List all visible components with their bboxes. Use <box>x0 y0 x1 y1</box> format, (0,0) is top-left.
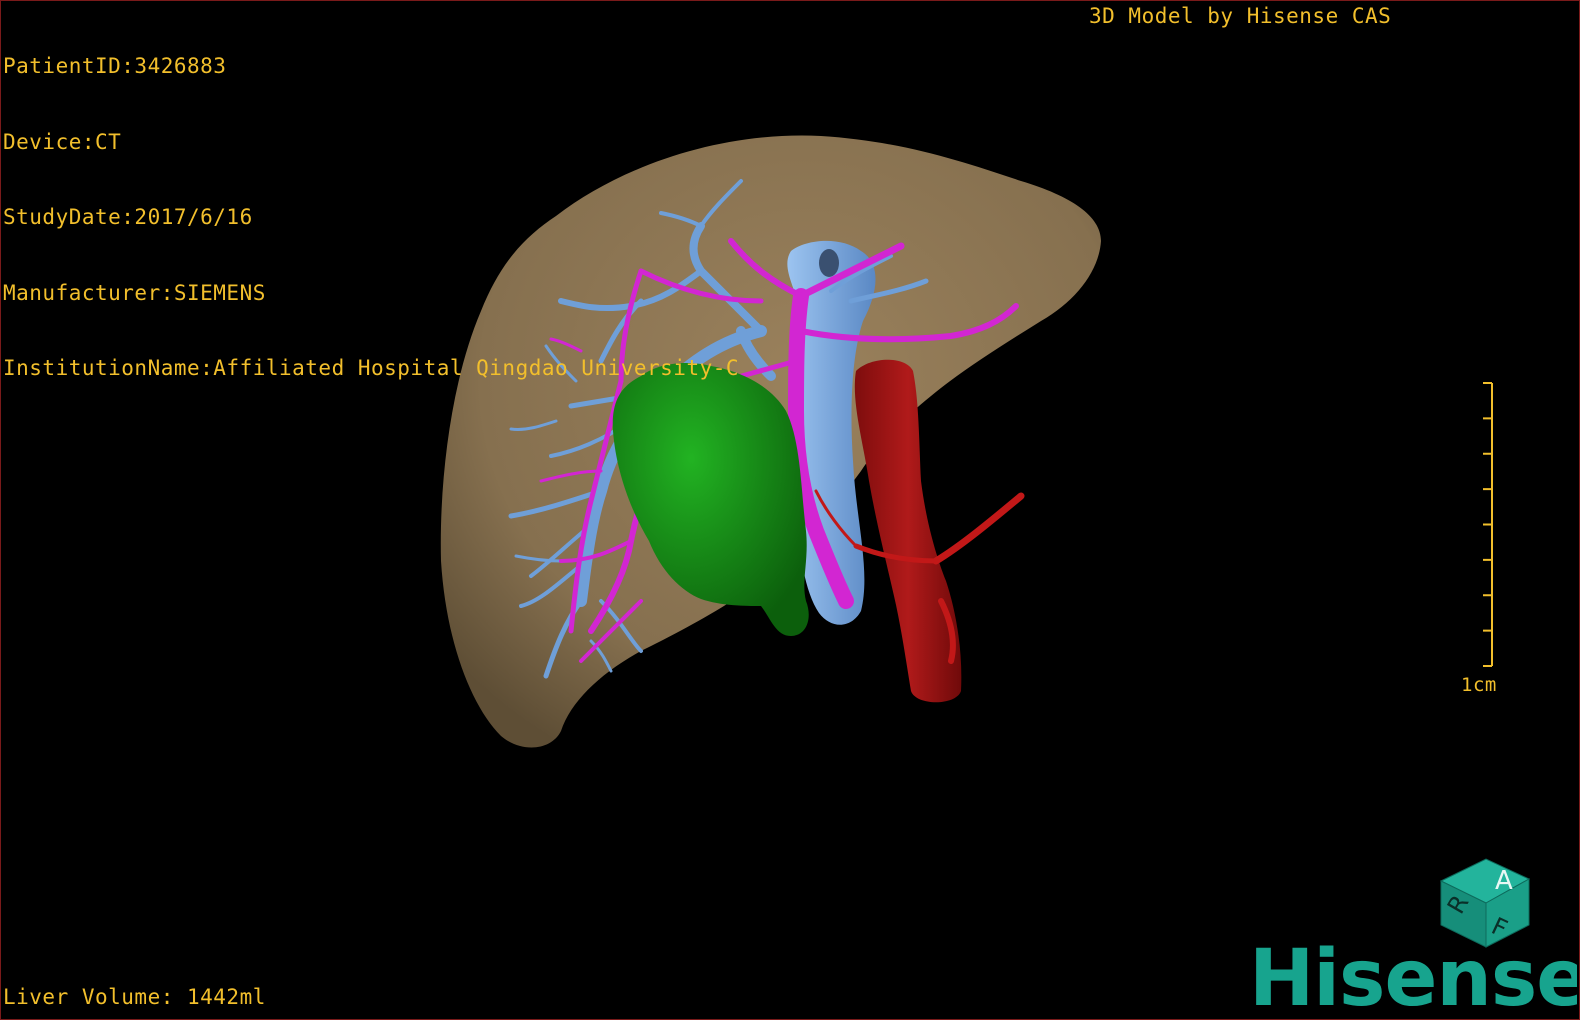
brand-name: Hisense <box>1249 939 1577 1015</box>
3d-viewport[interactable]: PatientID:3426883 Device:CT StudyDate:20… <box>0 0 1580 1020</box>
manufacturer: Manufacturer:SIEMENS <box>3 280 266 305</box>
scale-bar <box>1483 382 1493 667</box>
ivc-opening <box>819 249 839 277</box>
dicom-info-panel: PatientID:3426883 Device:CT StudyDate:20… <box>3 4 739 432</box>
scale-bar-label: 1cm <box>1461 674 1497 696</box>
device: Device:CT <box>3 129 122 154</box>
orientation-cube-icon[interactable]: A R F <box>1431 841 1541 951</box>
cube-label-a: A <box>1495 866 1513 896</box>
study-date: StudyDate:2017/6/16 <box>3 205 253 229</box>
institution-name: InstitutionName:Affiliated Hospital Qing… <box>3 356 740 380</box>
model-credit: 3D Model by Hisense CAS <box>1089 4 1392 28</box>
patient-id: PatientID:3426883 <box>3 54 227 78</box>
hisense-logo: Hisense <box>1249 939 1577 1015</box>
aorta <box>854 359 962 703</box>
liver-volume: Liver Volume: 1442ml <box>3 985 266 1009</box>
